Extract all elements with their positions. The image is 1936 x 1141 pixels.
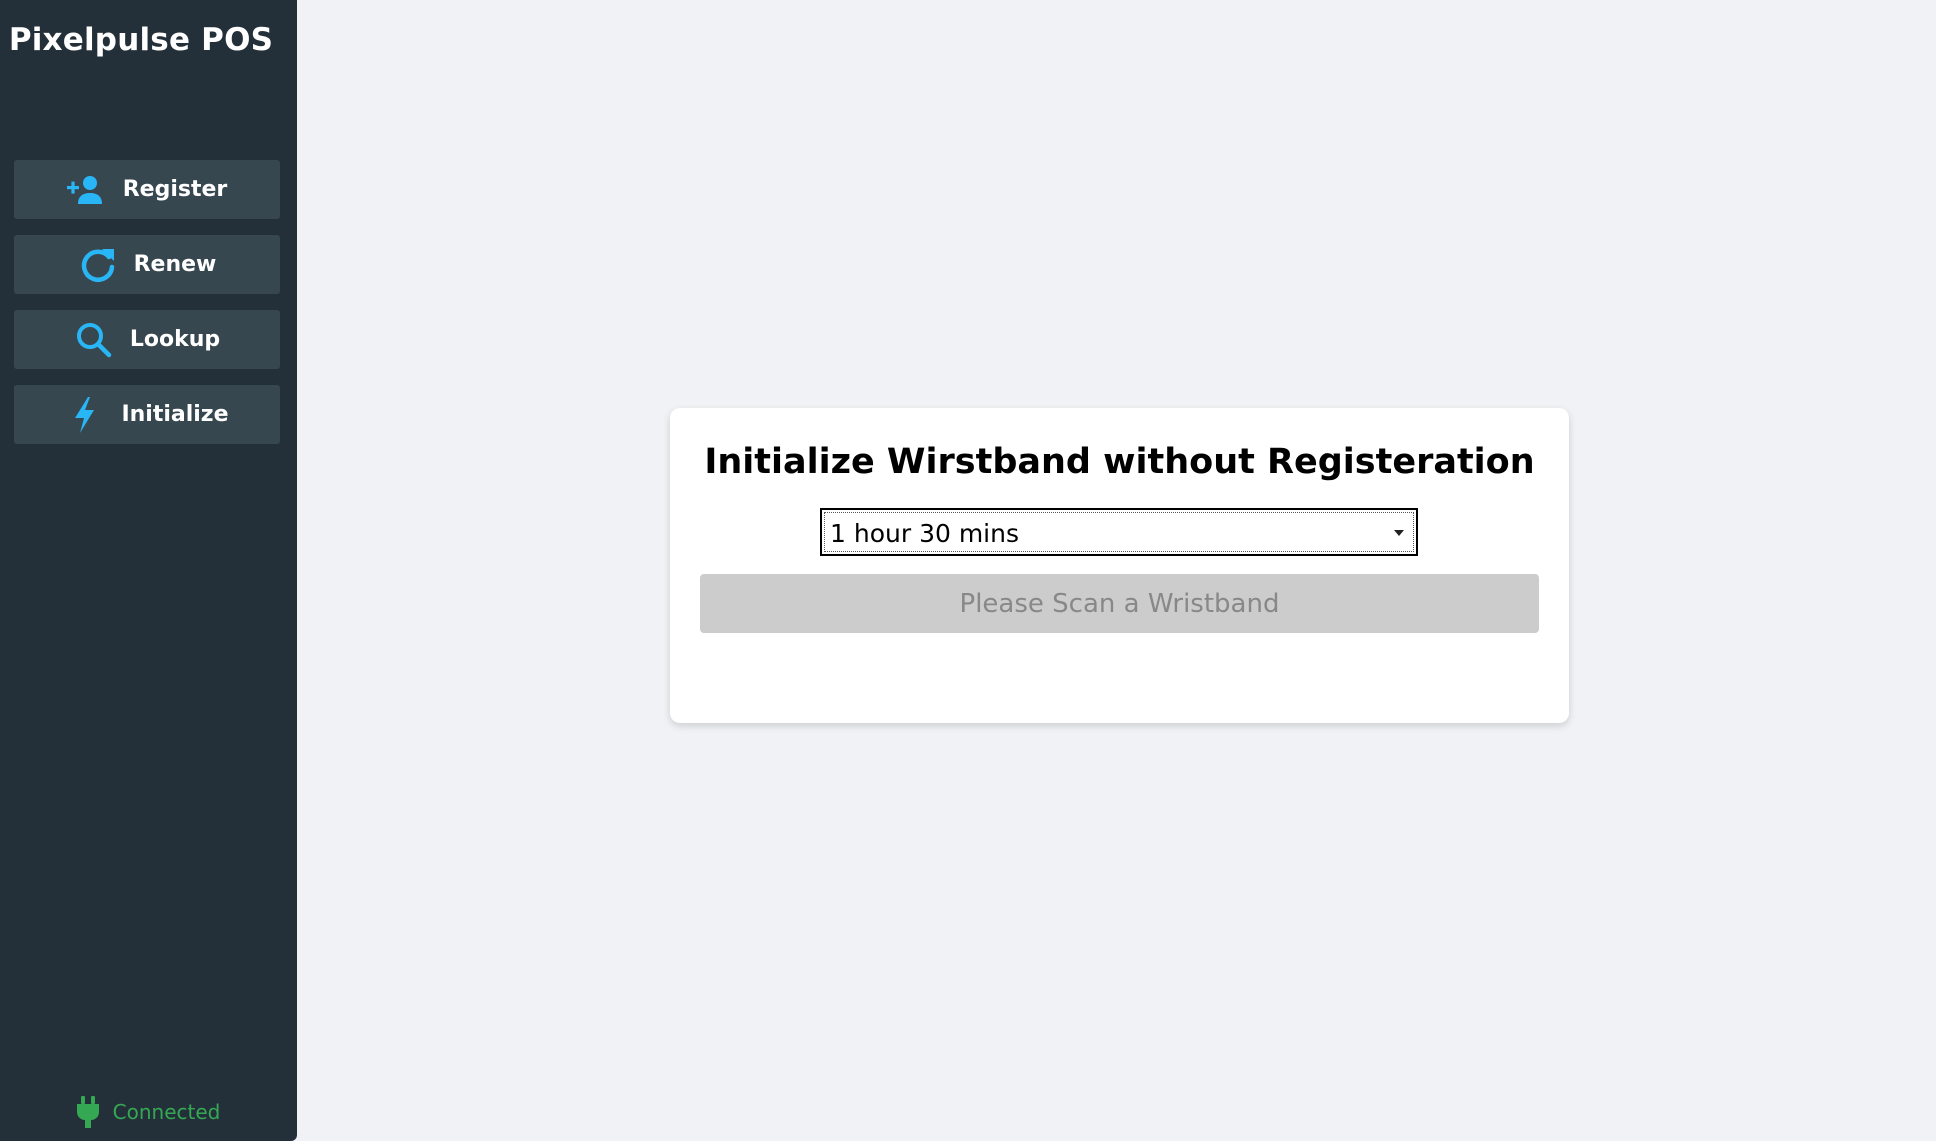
card-title: Initialize Wirstband without Registerati… xyxy=(704,442,1535,482)
app-title: Pixelpulse POS xyxy=(8,22,274,58)
search-icon xyxy=(74,320,114,360)
sidebar-item-label: Renew xyxy=(133,252,217,277)
initialize-card: Initialize Wirstband without Registerati… xyxy=(670,408,1569,723)
sidebar-item-lookup[interactable]: Lookup xyxy=(14,310,280,369)
duration-select-value: 1 hour 30 mins xyxy=(830,519,1019,548)
sidebar-item-label: Register xyxy=(122,177,228,202)
refresh-icon xyxy=(78,245,118,285)
add-user-icon xyxy=(66,170,107,210)
duration-select[interactable]: 1 hour 30 mins xyxy=(820,508,1418,556)
sidebar-item-initialize[interactable]: Initialize xyxy=(14,385,280,444)
bolt-icon xyxy=(65,395,105,435)
sidebar-item-label: Lookup xyxy=(129,327,221,352)
plug-icon xyxy=(76,1096,99,1128)
sidebar-item-register[interactable]: Register xyxy=(14,160,280,219)
sidebar-item-renew[interactable]: Renew xyxy=(14,235,280,294)
status-label: Connected xyxy=(112,1100,221,1124)
sidebar: Pixelpulse POS Register Renew Lookup Ini… xyxy=(0,0,297,1141)
app-root: Pixelpulse POS Register Renew Lookup Ini… xyxy=(0,0,1936,1141)
chevron-down-icon xyxy=(1394,530,1404,536)
sidebar-item-label: Initialize xyxy=(121,402,229,427)
scan-wristband-button[interactable]: Please Scan a Wristband xyxy=(700,574,1539,633)
connection-status: Connected xyxy=(0,1096,297,1128)
